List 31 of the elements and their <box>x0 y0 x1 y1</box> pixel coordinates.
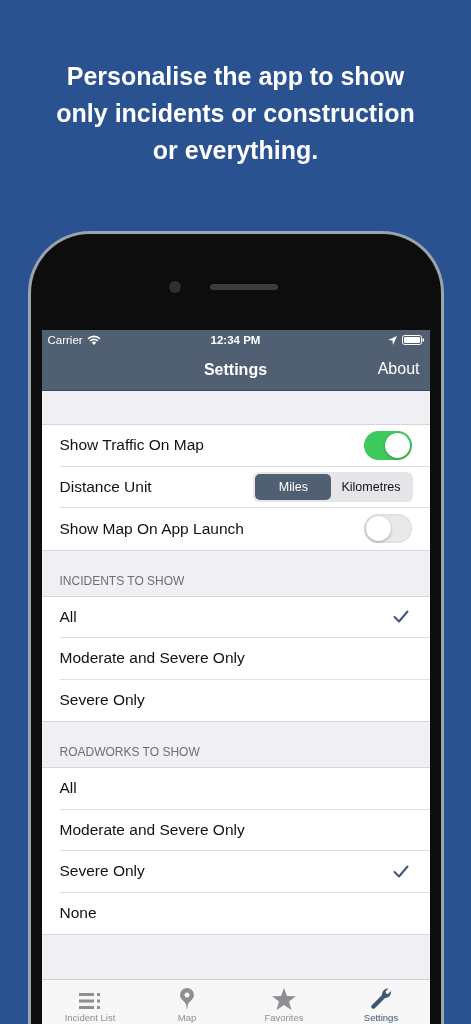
option-row[interactable]: Moderate and Severe Only <box>59 638 430 680</box>
toggle-switch[interactable] <box>363 514 412 544</box>
map-pin-icon <box>180 988 194 1010</box>
nav-title: Settings <box>203 361 268 379</box>
section-header: ROADWORKS TO SHOW <box>59 745 200 759</box>
wifi-icon <box>86 335 101 345</box>
location-arrow-icon <box>387 335 397 345</box>
option-row[interactable]: None <box>59 892 430 934</box>
toggle-switch[interactable] <box>363 430 412 460</box>
segment-button[interactable]: Kilometres <box>331 473 411 500</box>
segment-button[interactable]: Miles <box>255 473 332 500</box>
setting-label: Show Traffic On Map <box>59 436 205 455</box>
option-row[interactable]: All <box>59 596 430 638</box>
star-icon <box>272 988 296 1010</box>
carrier-label: Carrier <box>47 334 83 346</box>
about-button[interactable]: About <box>377 358 420 380</box>
setting-label: Distance Unit <box>59 477 153 496</box>
tab-bar-item[interactable]: Settings <box>332 980 430 1024</box>
wrench-icon <box>370 988 392 1010</box>
option-row[interactable]: All <box>59 768 430 810</box>
option-row[interactable]: Severe Only <box>59 679 430 721</box>
section-header: INCIDENTS TO SHOW <box>59 573 185 588</box>
battery-icon <box>401 335 424 345</box>
camera-icon <box>168 281 181 293</box>
speaker-grille <box>209 284 278 290</box>
headline: Personalise the app to show only incidents or construction or everything. <box>55 61 416 166</box>
option-row[interactable]: Severe Only <box>59 851 430 893</box>
option-row[interactable]: Moderate and Severe Only <box>59 809 430 851</box>
setting-label: Show Map On App Launch <box>59 519 245 538</box>
status-time: 12:34 PM <box>209 334 262 346</box>
list-icon <box>79 992 101 1010</box>
